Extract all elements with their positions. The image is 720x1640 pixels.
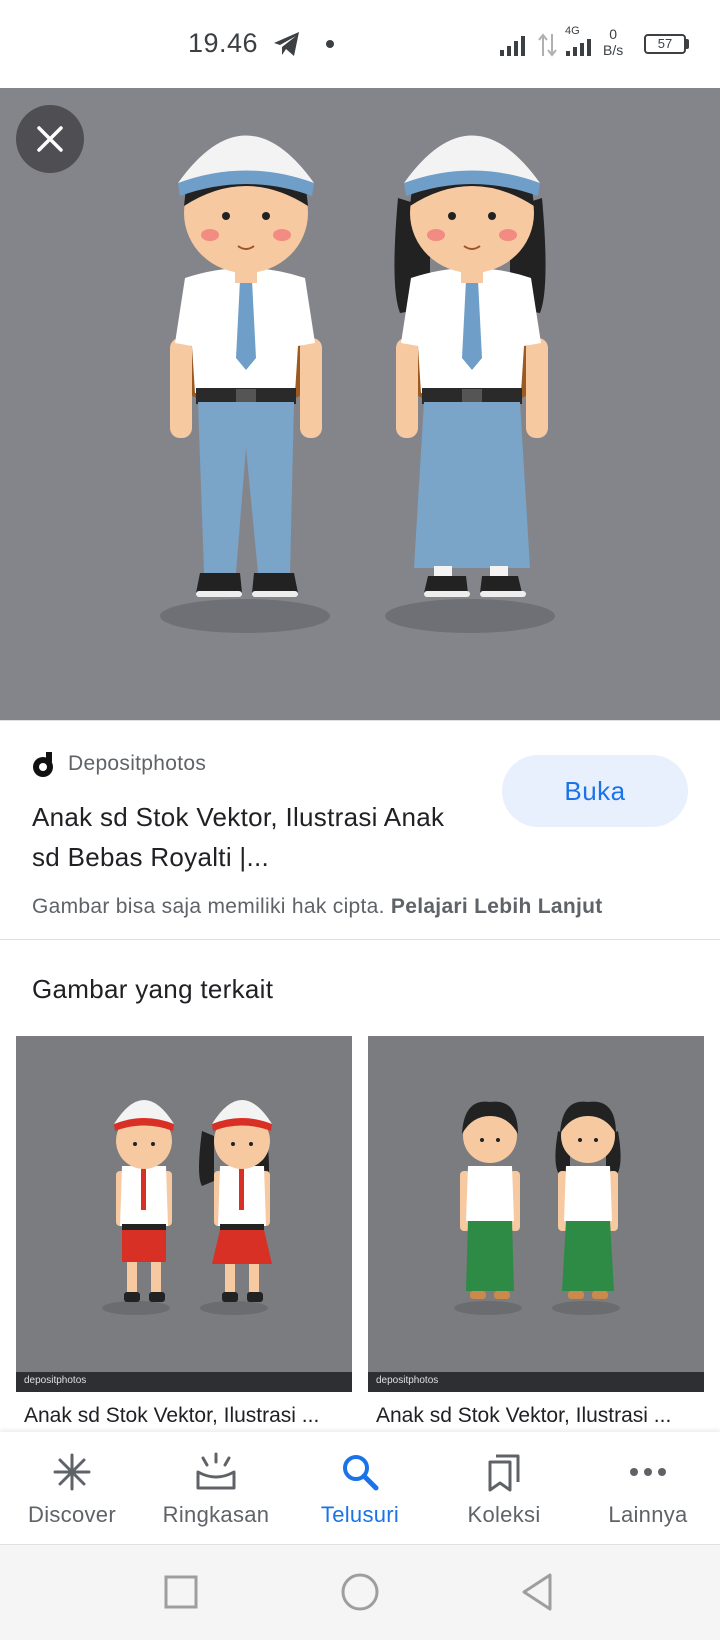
battery-tip	[686, 39, 689, 49]
related-thumbnail: depositphotos	[368, 1036, 704, 1392]
depositphotos-logo-icon	[33, 752, 53, 777]
status-time: 19.46	[188, 28, 259, 58]
home-icon[interactable]	[340, 1569, 380, 1615]
nav-label: Ringkasan	[162, 1502, 270, 1527]
nav-discover[interactable]: Discover	[0, 1432, 144, 1544]
bookmarks-icon	[482, 1450, 526, 1494]
search-icon	[338, 1450, 382, 1494]
copyright-text: Gambar bisa saja memiliki hak cipta.	[32, 895, 385, 918]
girl-figure	[394, 135, 548, 597]
nav-label: Telusuri	[320, 1502, 400, 1527]
thumbnail-image	[454, 1101, 621, 1315]
result-info: Depositphotos Anak sd Stok Vektor, Ilust…	[0, 720, 720, 940]
nav-label: Lainnya	[608, 1502, 688, 1527]
battery-icon: 57	[644, 34, 686, 54]
updates-icon	[194, 1450, 238, 1494]
source-row[interactable]: Depositphotos	[32, 749, 206, 779]
dot-icon	[326, 40, 334, 48]
more-icon	[626, 1450, 670, 1494]
preview-image	[160, 135, 555, 633]
section-divider	[0, 939, 720, 940]
related-caption: Anak sd Stok Vektor, Ilustrasi ...	[24, 1404, 320, 1427]
thumbnail-image	[102, 1100, 272, 1315]
watermark-bar: depositphotos	[16, 1372, 352, 1392]
image-viewer[interactable]	[0, 88, 720, 720]
watermark-bar: depositphotos	[368, 1372, 704, 1392]
back-icon[interactable]	[520, 1569, 554, 1615]
learn-more-link[interactable]: Pelajari Lebih Lanjut	[391, 895, 603, 918]
status-bar: 19.46 4G 0 B/s 57	[0, 0, 720, 88]
signal-4g-icon	[566, 39, 591, 56]
open-button[interactable]: Buka	[502, 755, 688, 827]
result-title[interactable]: Anak sd Stok Vektor, Ilustrasi Anak sd B…	[32, 797, 472, 877]
nav-koleksi[interactable]: Koleksi	[432, 1432, 576, 1544]
close-icon	[37, 126, 63, 152]
speed-value: 0	[609, 26, 618, 42]
related-heading: Gambar yang terkait	[32, 974, 274, 1004]
data-arrows-icon	[538, 33, 557, 57]
related-caption: Anak sd Stok Vektor, Ilustrasi ...	[376, 1404, 672, 1427]
nav-ringkasan[interactable]: Ringkasan	[144, 1432, 288, 1544]
recents-icon[interactable]	[164, 1569, 198, 1615]
copyright-notice: Gambar bisa saja memiliki hak cipta. Pel…	[32, 895, 603, 919]
signal-icon	[500, 36, 525, 56]
nav-telusuri[interactable]: Telusuri	[288, 1432, 432, 1544]
related-thumbnail: depositphotos	[16, 1036, 352, 1392]
related-item[interactable]: depositphotos Anak sd Stok Vektor, Ilust…	[368, 1036, 704, 1428]
battery-level: 57	[657, 36, 673, 51]
bottom-navigation: Discover Ringkasan Telusuri Koleksi Lain…	[0, 1432, 720, 1544]
watermark-text: depositphotos	[376, 1375, 439, 1386]
nav-label: Discover	[28, 1502, 116, 1527]
nav-label: Koleksi	[467, 1502, 541, 1527]
telegram-icon	[274, 32, 299, 56]
network-type: 4G	[565, 25, 580, 37]
boy-figure	[170, 135, 322, 597]
watermark-text: depositphotos	[24, 1375, 87, 1386]
nav-lainnya[interactable]: Lainnya	[576, 1432, 720, 1544]
asterisk-icon	[50, 1450, 94, 1494]
system-navigation	[0, 1544, 720, 1640]
related-item[interactable]: depositphotos Anak sd Stok Vektor, Ilust…	[16, 1036, 352, 1428]
source-name: Depositphotos	[68, 752, 207, 775]
close-button[interactable]	[16, 105, 84, 173]
speed-unit: B/s	[603, 42, 624, 58]
network-speed: 0 B/s	[603, 26, 623, 58]
